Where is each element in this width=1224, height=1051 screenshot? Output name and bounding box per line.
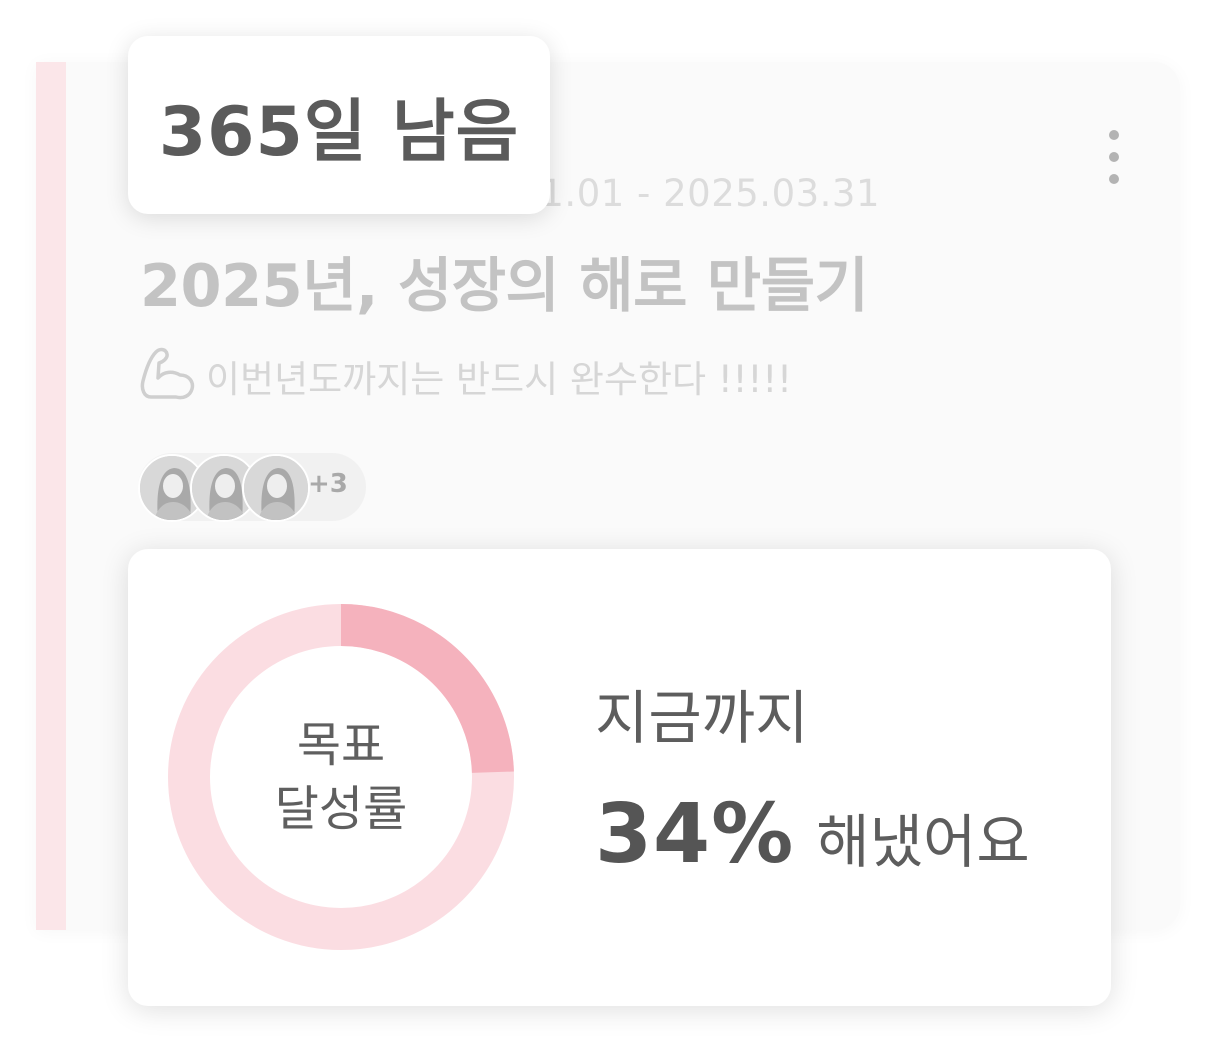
goal-motto-text: 이번년도까지는 반드시 완수한다 !!!!! <box>206 358 793 401</box>
more-vertical-icon-dot <box>1109 152 1119 162</box>
goal-title: 2025년, 성장의 해로 만들기 <box>140 251 869 320</box>
avatar <box>242 454 310 522</box>
more-options-button[interactable] <box>1094 124 1134 190</box>
goal-card-accent-bar <box>36 62 66 930</box>
progress-result: 34% 해냈어요 <box>595 787 1030 882</box>
progress-percent: 34% <box>595 787 795 882</box>
participants-group[interactable]: +3 <box>138 453 366 522</box>
progress-so-far-text: 지금까지 <box>595 684 809 752</box>
days-remaining-badge: 365일 남음 <box>128 36 550 214</box>
days-remaining-text: 365일 남음 <box>158 92 520 172</box>
participants-extra-count: +3 <box>308 469 348 499</box>
flexed-arm-icon <box>138 345 196 407</box>
more-vertical-icon-dot <box>1109 174 1119 184</box>
more-vertical-icon <box>1109 130 1119 140</box>
progress-suffix: 해냈어요 <box>816 808 1030 876</box>
goal-motto: 이번년도까지는 반드시 완수한다 !!!!! <box>138 346 792 406</box>
progress-label-line1: 목표 <box>296 717 386 773</box>
progress-label-line2: 달성률 <box>274 781 408 837</box>
progress-card: 목표 달성률 지금까지 34% 해냈어요 <box>128 549 1111 1006</box>
progress-donut-label: 목표 달성률 <box>168 604 514 950</box>
